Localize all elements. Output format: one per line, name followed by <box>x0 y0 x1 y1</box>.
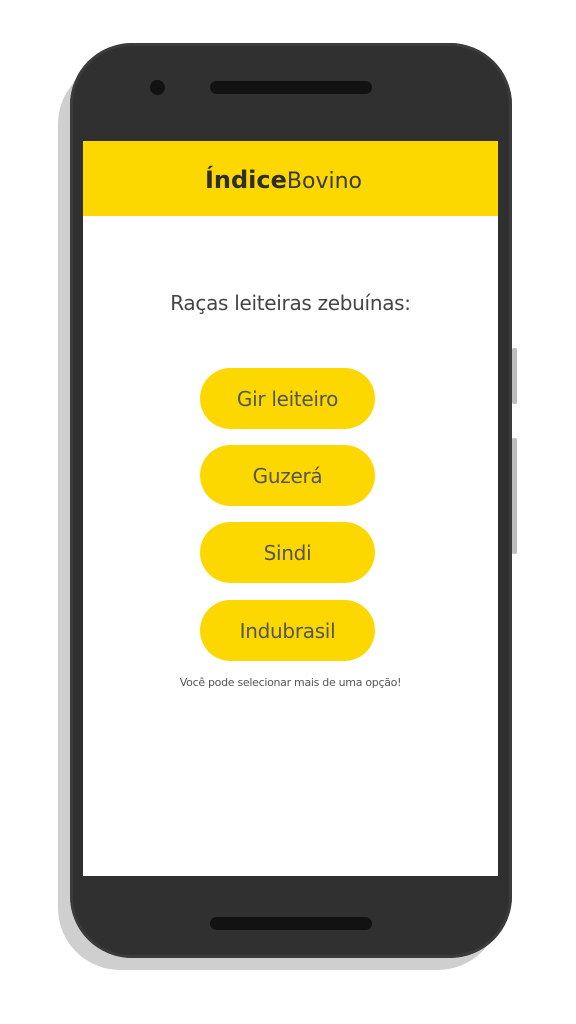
brand-light-text: Bovino <box>286 168 363 194</box>
brand-bold-text: Índice <box>204 165 287 194</box>
app-logo: ÍndiceBovino <box>205 166 362 194</box>
option-indubrasil-button[interactable]: Indubrasil <box>200 600 375 661</box>
device-mockup: ÍndiceBovino Raças leiteiras zebuínas: G… <box>0 0 576 1024</box>
power-button <box>512 348 517 404</box>
front-camera <box>150 80 165 95</box>
option-guzera-button[interactable]: Guzerá <box>200 445 375 506</box>
page-title: Raças leiteiras zebuínas: <box>170 291 411 315</box>
multi-select-hint: Você pode selecionar mais de uma opção! <box>179 676 402 689</box>
earpiece-speaker <box>210 81 372 94</box>
option-gir-leiteiro-button[interactable]: Gir leiteiro <box>200 368 375 429</box>
bottom-speaker <box>210 917 372 930</box>
app-bar: ÍndiceBovino <box>83 141 498 216</box>
option-sindi-button[interactable]: Sindi <box>200 522 375 583</box>
volume-button <box>512 438 517 554</box>
app-screen: ÍndiceBovino Raças leiteiras zebuínas: G… <box>83 141 498 876</box>
